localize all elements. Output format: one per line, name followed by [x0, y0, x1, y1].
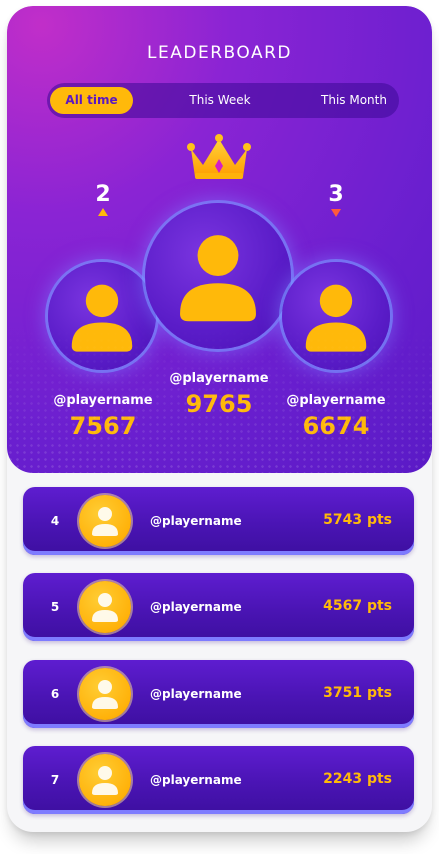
podium-username-2: @playername: [53, 393, 153, 408]
leaderboard-card: LEADERBOARD All time This Week This Mont…: [7, 6, 432, 832]
podium-score-1: 9765: [185, 390, 253, 418]
arrow-up-icon: [98, 208, 108, 216]
user-avatar-icon: [71, 284, 133, 352]
list-username: @playername: [150, 514, 242, 528]
tab-all-time[interactable]: All time: [50, 87, 133, 114]
arrow-down-icon: [331, 209, 341, 217]
podium-rank-3: 3: [328, 182, 344, 207]
tab-this-week[interactable]: This Week: [175, 87, 265, 114]
user-avatar-icon: [305, 284, 367, 352]
podium-section: LEADERBOARD All time This Week This Mont…: [7, 6, 432, 473]
list-rank: 7: [50, 773, 60, 787]
podium-avatar-1[interactable]: [145, 203, 291, 349]
podium-avatar-2[interactable]: [48, 262, 156, 370]
list-username: @playername: [150, 773, 242, 787]
podium-rank-2: 2: [95, 182, 111, 207]
avatar: [79, 495, 131, 547]
user-avatar-icon: [92, 680, 118, 709]
list-rank: 4: [50, 514, 60, 528]
list-username: @playername: [150, 687, 242, 701]
list-points: 5743 pts: [323, 512, 392, 528]
avatar: [79, 581, 131, 633]
podium-username-3: @playername: [286, 393, 386, 408]
time-filter-tabs: All time This Week This Month: [47, 83, 399, 118]
list-points: 4567 pts: [323, 598, 392, 614]
avatar: [79, 754, 131, 806]
avatar: [79, 668, 131, 720]
list-points: 3751 pts: [323, 685, 392, 701]
list-item[interactable]: 6 @playername 3751 pts: [23, 660, 414, 728]
podium-score-3: 6674: [302, 412, 370, 440]
crown-icon: [187, 134, 251, 179]
list-item[interactable]: 7 @playername 2243 pts: [23, 746, 414, 814]
podium-avatar-3[interactable]: [282, 262, 390, 370]
list-points: 2243 pts: [323, 771, 392, 787]
podium-username-1: @playername: [169, 371, 269, 386]
list-username: @playername: [150, 600, 242, 614]
list-item[interactable]: 5 @playername 4567 pts: [23, 573, 414, 641]
user-avatar-icon: [180, 235, 256, 322]
list-rank: 6: [50, 687, 60, 701]
list-rank: 5: [50, 600, 60, 614]
user-avatar-icon: [92, 766, 118, 795]
podium-score-2: 7567: [69, 412, 137, 440]
user-avatar-icon: [92, 507, 118, 536]
tab-this-month[interactable]: This Month: [309, 87, 399, 114]
user-avatar-icon: [92, 593, 118, 622]
list-item[interactable]: 4 @playername 5743 pts: [23, 487, 414, 555]
page-title: LEADERBOARD: [147, 43, 292, 63]
